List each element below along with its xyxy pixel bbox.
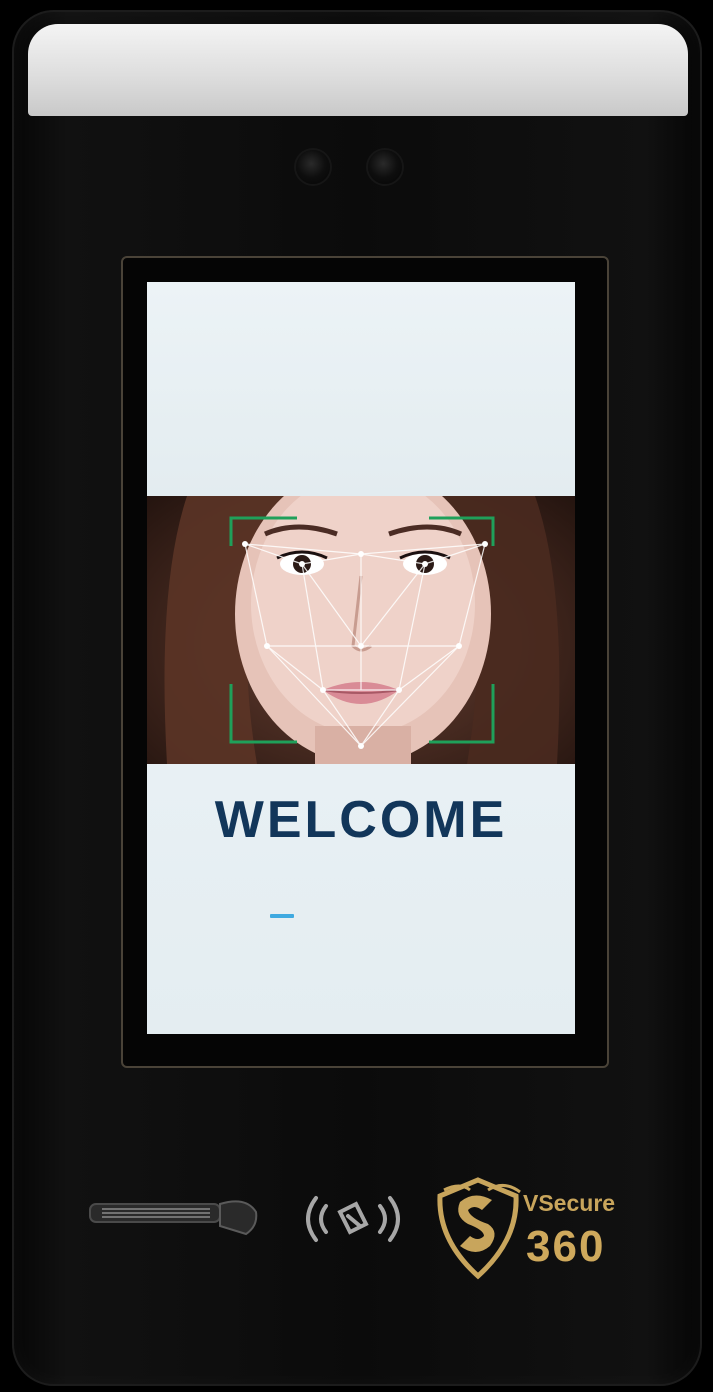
brand-name-line2: 360: [526, 1222, 606, 1271]
touch-screen[interactable]: WELCOME: [147, 282, 575, 1034]
input-cursor: [270, 914, 294, 918]
face-camera-preview: [147, 496, 575, 764]
fingerprint-sensor-icon[interactable]: [86, 1186, 270, 1242]
brand-name-line1: VSecure: [523, 1190, 616, 1216]
nfc-card-icon: [306, 1196, 400, 1242]
welcome-message: WELCOME: [214, 791, 508, 849]
vsecure-shield-logo: [437, 1177, 521, 1280]
camera-lens-icon: [296, 150, 330, 184]
camera-lens-icon: [368, 150, 402, 184]
screen-top-area: [147, 282, 575, 496]
top-light-bar: [28, 24, 688, 116]
face-detection-overlay: [164, 496, 560, 764]
